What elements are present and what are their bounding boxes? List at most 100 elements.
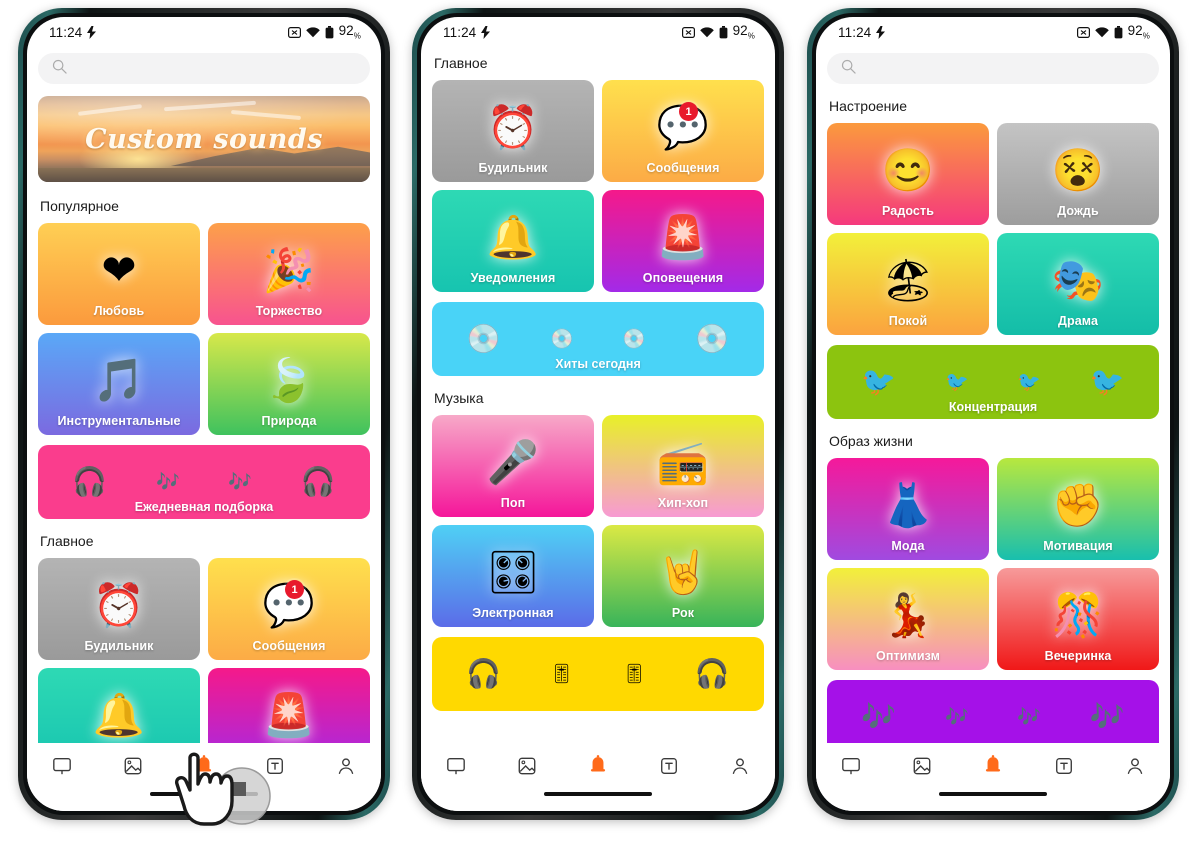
leaf-icon: 🍃 <box>262 356 316 404</box>
siren-icon: 🚨 <box>656 213 710 261</box>
tile-drama[interactable]: 🎭 Драма <box>997 233 1159 335</box>
nav-text[interactable] <box>646 749 692 783</box>
tile-hip-hop[interactable]: 📻 Хип-хоп <box>602 415 764 517</box>
phone-bezel: 11:24 <box>812 13 1174 815</box>
banner-headphones-waveform[interactable]: 🎧 🎚 🎚 🎧 <box>432 637 764 711</box>
tile-label: Оптимизм <box>876 649 940 663</box>
nav-images[interactable] <box>899 749 945 783</box>
tile-soobshcheniya[interactable]: 💬 1 Сообщения <box>208 558 370 660</box>
tile-grid: ⏰ Будильник 💬 1 Сообщения 🔔 Уведомления <box>38 558 370 743</box>
tile-label: Поп <box>500 496 526 510</box>
notification-badge: 1 <box>285 580 304 599</box>
nav-wallpaper[interactable] <box>828 749 874 783</box>
phone-device-2: 11:24 92% Главное ⏰ Будильник 💬 1 Сообще… <box>412 8 784 820</box>
tile-label: Будильник <box>478 161 548 175</box>
bird-music-icon: 🐦 <box>861 366 897 397</box>
tile-pop[interactable]: 🎤 Поп <box>432 415 594 517</box>
nav-profile[interactable] <box>323 749 369 783</box>
battery-percent: 92% <box>338 23 361 41</box>
banner-label: Хиты сегодня <box>555 357 641 371</box>
search-input[interactable] <box>827 53 1159 84</box>
tile-lyubov[interactable]: ❤ Любовь <box>38 223 200 325</box>
bell-ring-icon: 🔔 <box>92 691 146 739</box>
tile-label: Вечеринка <box>1044 649 1112 663</box>
heart-character-icon: ❤ <box>101 246 137 294</box>
tile-torzhestvo[interactable]: 🎉 Торжество <box>208 223 370 325</box>
purple-banner-icon: 🎶 <box>861 701 897 732</box>
status-bar-left: 11:24 <box>443 25 491 40</box>
banner-kontsentratsiya[interactable]: 🐦 🐦 🐦 🐦 Концентрация <box>827 345 1159 419</box>
phone-device-3: 11:24 92% Настроение 😊 Радость 😵 Дождь 🏖… <box>807 8 1179 820</box>
nav-text[interactable] <box>252 749 298 783</box>
sun-lounger-icon: 🏖 <box>881 256 935 304</box>
tile-label: Радость <box>882 204 934 218</box>
status-bar-right: 92% <box>287 23 361 41</box>
nav-sounds[interactable] <box>181 749 227 783</box>
tile-pokoy[interactable]: 🏖 Покой <box>827 233 989 335</box>
rock-hand-icon: 🤘 <box>656 548 710 596</box>
bottom-navigation-bar <box>816 743 1170 789</box>
bottom-navigation-bar <box>421 743 775 789</box>
banner-hity-segodnya[interactable]: 💿 💿 💿 💿 Хиты сегодня <box>432 302 764 376</box>
hero-title: Custom sounds <box>85 123 323 155</box>
nav-profile[interactable] <box>1112 749 1158 783</box>
tile-elektronnaya[interactable]: 🎛 Электронная <box>432 525 594 627</box>
tile-grid: 👗 Мода ✊ Мотивация 💃 Оптимизм 🎊 Вечеринк… <box>827 458 1159 670</box>
status-bar-right: 92% <box>681 23 755 41</box>
tile-uvedomleniya[interactable]: 🔔 Уведомления <box>432 190 594 292</box>
tile-vecherinka[interactable]: 🎊 Вечеринка <box>997 568 1159 670</box>
theater-masks-icon: 🎭 <box>1051 256 1105 304</box>
status-time: 11:24 <box>49 24 83 40</box>
music-notes-icon: 🎵 <box>92 356 146 404</box>
nav-images[interactable] <box>110 749 156 783</box>
tile-grid: 🎤 Поп 📻 Хип-хоп 🎛 Электронная 🤘 Рок <box>432 415 764 627</box>
status-bar-right: 92% <box>1076 23 1150 41</box>
tile-radost[interactable]: 😊 Радость <box>827 123 989 225</box>
home-indicator[interactable] <box>421 789 775 811</box>
status-bar-left: 11:24 <box>838 25 886 40</box>
tile-budilnik[interactable]: ⏰ Будильник <box>432 80 594 182</box>
nav-images[interactable] <box>504 749 550 783</box>
alarm-clock-icon: ⏰ <box>92 581 146 629</box>
scroll-content-3[interactable]: Настроение 😊 Радость 😵 Дождь 🏖 Покой 🎭 Д… <box>816 47 1170 743</box>
vinyl-heart-icon: 💿 <box>549 328 574 350</box>
hero-banner-custom-sounds[interactable]: Custom sounds <box>38 96 370 182</box>
tile-opoveshcheniya[interactable]: 🚨 Оповещения <box>208 668 370 743</box>
music-notes-icon: 🎶 <box>944 706 969 728</box>
home-indicator[interactable] <box>27 789 381 811</box>
tile-opoveshcheniya[interactable]: 🚨 Оповещения <box>602 190 764 292</box>
tile-optimizm[interactable]: 💃 Оптимизм <box>827 568 989 670</box>
headphones-music-icon: 🎧 <box>300 466 336 497</box>
nav-wallpaper[interactable] <box>433 749 479 783</box>
tile-label: Покой <box>888 314 928 328</box>
nav-wallpaper[interactable] <box>39 749 85 783</box>
screenshot-stage: 11:24 92% Custom sounds Популярное ❤ Люб… <box>0 0 1200 843</box>
banner-purple[interactable]: 🎶 🎶 🎶 🎶 <box>827 680 1159 743</box>
battery-icon <box>719 25 728 39</box>
scroll-content-2[interactable]: Главное ⏰ Будильник 💬 1 Сообщения 🔔 Увед… <box>421 47 775 743</box>
tile-soobshcheniya[interactable]: 💬 1 Сообщения <box>602 80 764 182</box>
vibrate-icon <box>1076 26 1090 38</box>
music-notes-icon: 🎶 <box>1089 701 1125 732</box>
nav-sounds[interactable] <box>970 749 1016 783</box>
tile-moda[interactable]: 👗 Мода <box>827 458 989 560</box>
tile-rok[interactable]: 🤘 Рок <box>602 525 764 627</box>
nav-profile[interactable] <box>717 749 763 783</box>
search-input[interactable] <box>38 53 370 84</box>
tile-grid: ⏰ Будильник 💬 1 Сообщения 🔔 Уведомления <box>432 80 764 292</box>
tile-priroda[interactable]: 🍃 Природа <box>208 333 370 435</box>
nav-sounds[interactable] <box>575 749 621 783</box>
banner-ezhednevnaya-podborka[interactable]: 🎧 🎶 🎶 🎧 Ежедневная подборка <box>38 445 370 519</box>
tile-dozhd[interactable]: 😵 Дождь <box>997 123 1159 225</box>
home-indicator[interactable] <box>816 789 1170 811</box>
scroll-content-1[interactable]: Custom sounds Популярное ❤ Любовь 🎉 Торж… <box>27 47 381 743</box>
tile-motivatsiya[interactable]: ✊ Мотивация <box>997 458 1159 560</box>
tile-label: Драма <box>1057 314 1099 328</box>
bell-ring-icon: 🔔 <box>486 213 540 261</box>
battery-percent: 92% <box>1127 23 1150 41</box>
tile-uvedomleniya[interactable]: 🔔 Уведомления <box>38 668 200 743</box>
tile-instrumentalnye[interactable]: 🎵 Инструментальные <box>38 333 200 435</box>
section-title: Популярное <box>40 198 119 214</box>
nav-text[interactable] <box>1041 749 1087 783</box>
tile-budilnik[interactable]: ⏰ Будильник <box>38 558 200 660</box>
